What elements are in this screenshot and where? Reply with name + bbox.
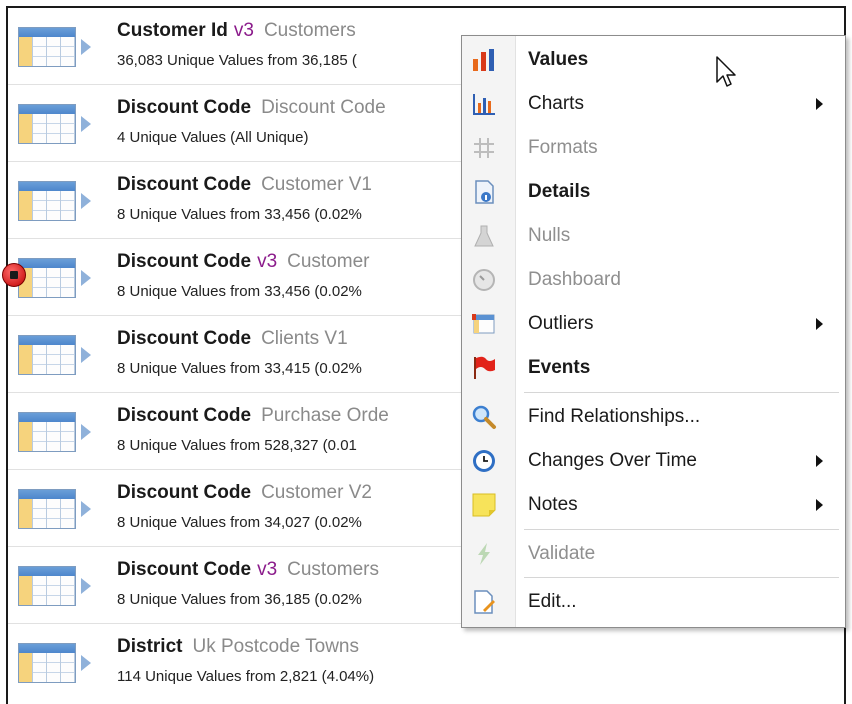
menu-item-label: Values	[528, 49, 589, 70]
menu-item-dashboard: Dashboard	[462, 258, 845, 302]
menu-item-label: Charts	[528, 93, 584, 114]
lightning-icon	[478, 543, 490, 565]
submenu-arrow-icon	[816, 499, 823, 511]
table-name: Customers	[287, 559, 379, 580]
expand-arrow-icon[interactable]	[81, 501, 91, 517]
expand-arrow-icon[interactable]	[81, 578, 91, 594]
menu-separator	[524, 392, 839, 393]
flask-icon	[474, 225, 494, 247]
expand-arrow-icon[interactable]	[81, 116, 91, 132]
mouse-cursor-icon	[716, 56, 736, 87]
details-icon	[475, 180, 494, 204]
menu-item-label: Find Relationships...	[528, 406, 701, 427]
table-icon	[18, 27, 76, 67]
menu-item-find-relationships[interactable]: Find Relationships...	[462, 395, 845, 439]
menu-separator	[524, 577, 839, 578]
clock-icon	[473, 450, 495, 472]
record-stop-icon	[2, 263, 26, 287]
row-title: Discount Code v3 Customers	[117, 559, 379, 580]
expand-arrow-icon[interactable]	[81, 347, 91, 363]
hash-icon	[474, 138, 494, 158]
version-badge: v3	[233, 20, 254, 41]
charts-icon	[473, 94, 495, 115]
menu-item-label: Dashboard	[528, 269, 621, 290]
menu-item-events[interactable]: Events	[462, 346, 845, 390]
row-summary: 8 Unique Values from 34,027 (0.02%	[117, 514, 362, 531]
table-name: Customers	[263, 20, 356, 41]
menu-separator	[524, 529, 839, 530]
magnifier-icon	[472, 405, 496, 429]
row-title: Customer Id v3 Customers	[117, 20, 356, 41]
table-icon	[18, 489, 76, 529]
menu-item-validate: Validate	[462, 532, 845, 576]
table-icon	[18, 335, 76, 375]
table-icon	[18, 412, 76, 452]
table-name: Customer V1	[261, 174, 372, 195]
table-icon	[18, 104, 76, 144]
menu-item-label: Outliers	[528, 313, 594, 334]
table-name: Clients V1	[261, 328, 348, 349]
table-name: Uk Postcode Towns	[192, 636, 359, 657]
row-title: Discount Code Customer V2	[117, 482, 372, 503]
table-icon	[18, 258, 76, 298]
row-title: Discount Code Discount Code	[117, 97, 386, 118]
flag-icon	[474, 356, 495, 379]
submenu-arrow-icon	[816, 455, 823, 467]
list-item[interactable]: District Uk Postcode Towns 114 Unique Val…	[8, 624, 844, 701]
expand-arrow-icon[interactable]	[81, 193, 91, 209]
submenu-arrow-icon	[816, 98, 823, 110]
row-summary: 4 Unique Values (All Unique)	[117, 129, 309, 146]
row-title: Discount Code v3 Customer	[117, 251, 370, 272]
menu-item-charts[interactable]: Charts	[462, 82, 845, 126]
row-summary: 114 Unique Values from 2,821 (4.04%)	[117, 668, 375, 685]
menu-item-label: Nulls	[528, 225, 571, 246]
menu-item-label: Formats	[528, 137, 598, 158]
menu-item-label: Changes Over Time	[528, 450, 697, 471]
row-title: Discount Code Clients V1	[117, 328, 348, 349]
outliers-icon	[472, 314, 495, 334]
row-title: District Uk Postcode Towns	[117, 636, 359, 657]
row-summary: 8 Unique Values from 528,327 (0.01	[117, 437, 357, 454]
table-icon	[18, 643, 76, 683]
row-title: Discount Code Purchase Orde	[117, 405, 389, 426]
row-summary: 8 Unique Values from 33,415 (0.02%	[117, 360, 362, 377]
menu-item-details[interactable]: Details	[462, 170, 845, 214]
bar-chart-icon	[473, 49, 494, 71]
menu-item-formats: Formats	[462, 126, 845, 170]
version-badge: v3	[257, 559, 278, 580]
expand-arrow-icon[interactable]	[81, 39, 91, 55]
gauge-icon	[473, 269, 495, 291]
sticky-note-icon	[472, 493, 496, 517]
row-summary: 8 Unique Values from 36,185 (0.02%	[117, 591, 362, 608]
menu-item-nulls: Nulls	[462, 214, 845, 258]
table-icon	[18, 181, 76, 221]
menu-item-label: Events	[528, 357, 591, 378]
menu-item-outliers[interactable]: Outliers	[462, 302, 845, 346]
menu-item-values[interactable]: Values	[462, 38, 845, 82]
row-summary: 8 Unique Values from 33,456 (0.02%	[117, 206, 362, 223]
menu-item-label: Validate	[528, 543, 596, 564]
expand-arrow-icon[interactable]	[81, 655, 91, 671]
table-name: Discount Code	[261, 97, 386, 118]
row-summary: 36,083 Unique Values from 36,185 (	[117, 52, 357, 69]
table-name: Customer V2	[261, 482, 372, 503]
menu-item-label: Notes	[528, 494, 578, 515]
edit-document-icon	[474, 590, 495, 614]
expand-arrow-icon[interactable]	[81, 424, 91, 440]
table-icon	[18, 566, 76, 606]
menu-item-edit[interactable]: Edit...	[462, 580, 845, 624]
expand-arrow-icon[interactable]	[81, 270, 91, 286]
table-name: Purchase Orde	[261, 405, 389, 426]
menu-item-label: Edit...	[528, 591, 577, 612]
row-summary: 8 Unique Values from 33,456 (0.02%	[117, 283, 362, 300]
context-menu: Values Charts Formats Details Nulls Dash…	[461, 35, 846, 628]
table-name: Customer	[287, 251, 370, 272]
menu-item-notes[interactable]: Notes	[462, 483, 845, 527]
row-title: Discount Code Customer V1	[117, 174, 372, 195]
version-badge: v3	[257, 251, 278, 272]
submenu-arrow-icon	[816, 318, 823, 330]
menu-item-changes-over-time[interactable]: Changes Over Time	[462, 439, 845, 483]
menu-item-label: Details	[528, 181, 591, 202]
